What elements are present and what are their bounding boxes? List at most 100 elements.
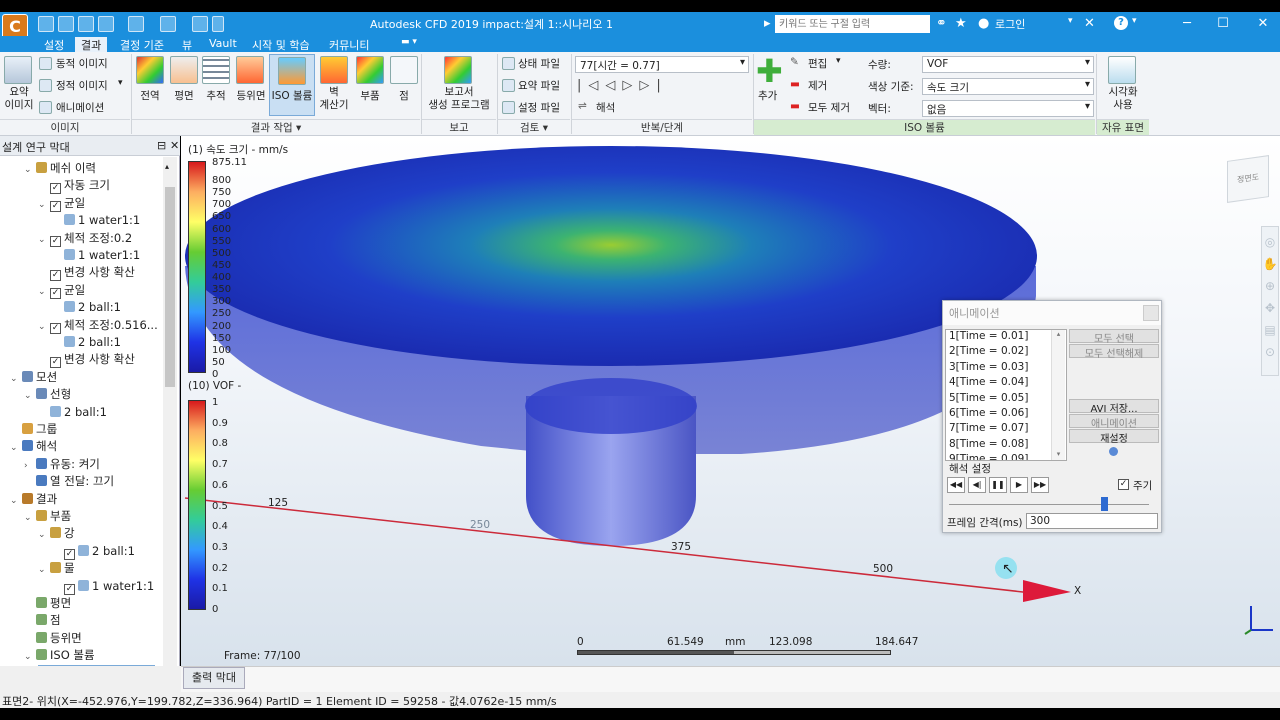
help-small-icon[interactable]	[1109, 447, 1118, 456]
time-step-item[interactable]: 2[Time = 0.02]	[946, 345, 1066, 360]
add-button[interactable]: 추가	[758, 88, 777, 103]
tree-item[interactable]: ✓ 변경 사항 확산	[38, 351, 135, 369]
save-icon[interactable]	[78, 16, 94, 32]
edit-button[interactable]: 편집	[808, 56, 827, 71]
panel-toggle-icon[interactable]: ▬ ▾	[395, 37, 423, 47]
settings-file-icon[interactable]	[502, 101, 515, 114]
dynamic-image-button[interactable]: 동적 이미지	[56, 56, 108, 71]
tab-vault[interactable]: Vault	[203, 37, 243, 50]
tree-expand-icon[interactable]: ⌄	[24, 388, 36, 405]
tree-item[interactable]: ⌄ 부품	[24, 508, 71, 525]
tree-item[interactable]: 그룹	[10, 421, 57, 438]
save-avi-button[interactable]: AVI 저장...	[1069, 399, 1159, 415]
animation-icon[interactable]	[39, 101, 52, 114]
star-icon[interactable]: ★	[955, 16, 967, 31]
global-button[interactable]: 전역	[136, 88, 164, 103]
close-panel-icon[interactable]: ✕	[170, 139, 179, 152]
tree-item[interactable]: ⌄ 해석	[10, 438, 57, 455]
tab-view[interactable]: 뷰	[176, 37, 198, 53]
settings-file-button[interactable]: 설정 파일	[518, 100, 560, 115]
tree-scrollbar-thumb[interactable]	[165, 187, 175, 387]
copy-icon[interactable]	[192, 16, 208, 32]
report-icon[interactable]	[444, 56, 472, 84]
animation-button[interactable]: 애니메이션	[56, 100, 104, 115]
tree-item[interactable]: ⌄ ✓ 체적 조정:0.2	[38, 230, 132, 247]
dynamic-image-icon[interactable]	[39, 57, 52, 70]
tree-item[interactable]: ⌄ 모션	[10, 369, 57, 386]
tree-expand-icon[interactable]: ⌄	[38, 319, 50, 336]
quick-access-dropdown-icon[interactable]	[212, 16, 224, 32]
step-back-icon[interactable]: ◀|	[968, 477, 986, 493]
tree-item[interactable]: ⌄ ✓ 균일	[38, 282, 85, 299]
deselect-all-button[interactable]: 모두 선택해제	[1069, 344, 1159, 360]
tree-expand-icon[interactable]: ⌄	[24, 162, 36, 179]
play-icon[interactable]: ▶	[1010, 477, 1028, 493]
pause-icon[interactable]: ❚❚	[989, 477, 1007, 493]
frame-interval-input[interactable]: 300	[1026, 513, 1158, 529]
pin-icon[interactable]: ⊟	[157, 139, 166, 152]
search-arrow-icon[interactable]: ▸	[764, 16, 771, 31]
plane-icon[interactable]	[170, 56, 198, 84]
step-select[interactable]: 77[시간 = 0.77]	[575, 56, 749, 73]
iso-surface-icon[interactable]	[236, 56, 264, 84]
analysis-button[interactable]: 해석	[596, 100, 615, 115]
tab-results[interactable]: 결과	[75, 37, 108, 52]
close-button[interactable]: ✕	[1240, 14, 1280, 34]
tree-item[interactable]: ✓ 자동 크기	[38, 177, 110, 195]
tree-item[interactable]: 등위면	[24, 630, 82, 647]
remove-all-icon[interactable]: ▬	[790, 100, 800, 112]
tree-item[interactable]: ⌄ 선형	[24, 386, 71, 403]
wall-calculator-icon[interactable]	[320, 56, 348, 84]
tree-item[interactable]: › 유동: 켜기	[24, 456, 100, 473]
new-file-icon[interactable]	[38, 16, 54, 32]
tree-expand-icon[interactable]: ⌄	[10, 440, 22, 457]
tree-item[interactable]: 2 ball:1	[52, 334, 121, 351]
tree-expand-icon[interactable]: ⌄	[10, 371, 22, 388]
tree-item[interactable]: 평면	[24, 595, 71, 612]
redo-icon[interactable]	[160, 16, 176, 32]
tree-item[interactable]: ⌄ ✓ 체적 조정:0.516...	[38, 317, 158, 334]
traces-icon[interactable]	[202, 56, 230, 84]
tree-expand-icon[interactable]: ⌄	[24, 649, 36, 666]
tree-checkbox[interactable]: ✓	[64, 583, 75, 595]
iso-surface-button[interactable]: 등위면	[232, 88, 270, 103]
time-step-item[interactable]: 5[Time = 0.05]	[946, 392, 1066, 407]
quantity-select[interactable]: VOF	[922, 56, 1094, 73]
tree-expand-icon[interactable]: ⌄	[38, 197, 50, 214]
static-image-dropdown-icon[interactable]: ▾	[118, 78, 123, 88]
iso-volume-icon[interactable]	[278, 57, 306, 85]
dialog-close-button[interactable]	[1143, 305, 1159, 321]
summary-file-button[interactable]: 요약 파일	[518, 78, 560, 93]
tree-checkbox[interactable]: ✓	[50, 287, 61, 299]
summary-file-icon[interactable]	[502, 79, 515, 92]
open-file-icon[interactable]	[58, 16, 74, 32]
camera-icon[interactable]	[4, 56, 32, 84]
tree-item[interactable]: ✓ 1 water1:1	[52, 578, 154, 595]
tree-item[interactable]: 2 ball:1	[38, 404, 107, 421]
color-by-select[interactable]: 속도 크기	[922, 78, 1094, 95]
traces-button[interactable]: 추적	[200, 88, 232, 103]
tree-checkbox[interactable]: ✓	[64, 548, 75, 560]
tab-setup[interactable]: 설정	[38, 37, 70, 53]
time-step-item[interactable]: 9[Time = 0.09]	[946, 453, 1066, 460]
help-icon[interactable]: ?	[1114, 16, 1128, 30]
loop-checkbox[interactable]: ✓	[1118, 479, 1129, 490]
speed-slider-thumb[interactable]	[1101, 497, 1108, 511]
time-step-item[interactable]: 3[Time = 0.03]	[946, 361, 1066, 376]
tree-expand-icon[interactable]: ⌄	[38, 527, 50, 544]
iso-volume-button[interactable]: ISO 볼륨	[270, 88, 314, 103]
visualize-icon[interactable]	[1108, 56, 1136, 84]
parts-icon[interactable]	[356, 56, 384, 84]
binoculars-icon[interactable]: ⚭	[936, 16, 947, 31]
tab-decision-center[interactable]: 결정 기준	[114, 37, 170, 53]
time-step-item[interactable]: 7[Time = 0.07]	[946, 422, 1066, 437]
tree-expand-icon[interactable]: ⌄	[38, 232, 50, 249]
tree-item[interactable]: ⌄ 물	[38, 560, 75, 577]
remove-button[interactable]: 제거	[808, 78, 827, 93]
output-bar-tab[interactable]: 출력 막대	[183, 667, 245, 689]
edit-dropdown-icon[interactable]: ▾	[836, 56, 841, 66]
time-step-list[interactable]: 1[Time = 0.01] 2[Time = 0.02] 3[Time = 0.0…	[945, 329, 1067, 461]
add-icon[interactable]: ✚	[756, 52, 783, 90]
remove-all-button[interactable]: 모두 제거	[808, 100, 850, 115]
tree-checkbox[interactable]: ✓	[50, 357, 61, 369]
